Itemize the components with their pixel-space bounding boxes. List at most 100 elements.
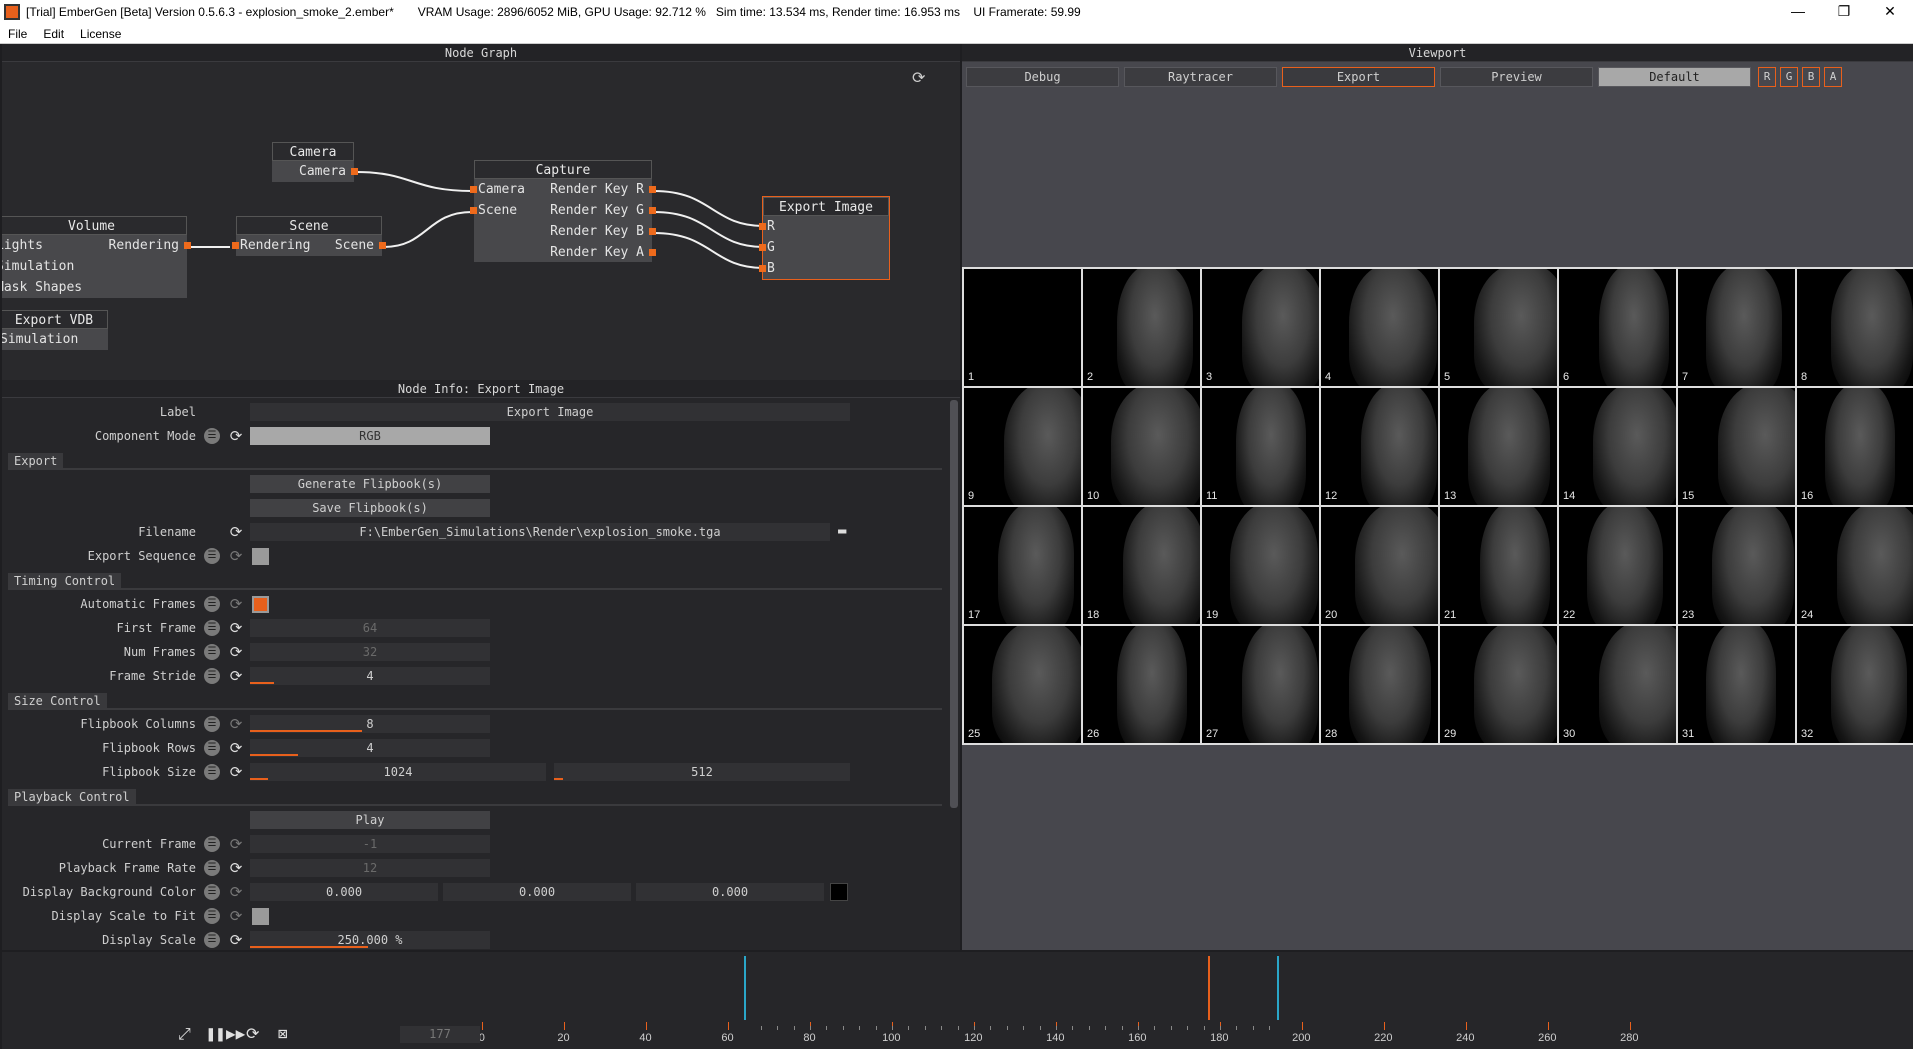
menu-icon[interactable]: ☰	[204, 668, 220, 684]
camera-node[interactable]: Camera Camera	[272, 142, 358, 182]
clear-cache-icon[interactable]: ⊠	[278, 1024, 288, 1043]
reset-icon[interactable]: ⟳	[228, 596, 244, 612]
component-mode-select[interactable]: RGB	[250, 427, 490, 445]
output-port[interactable]	[649, 228, 656, 235]
flipbook-height-slider[interactable]: 512	[554, 763, 850, 781]
input-port[interactable]	[470, 186, 477, 193]
minimize-icon[interactable]: —	[1775, 0, 1821, 24]
bg-color-b-field[interactable]: 0.000	[636, 883, 824, 901]
play-button[interactable]: Play	[250, 811, 490, 829]
flipbook-width-slider[interactable]: 1024	[250, 763, 546, 781]
output-port[interactable]	[649, 207, 656, 214]
loop-icon[interactable]: ⟳	[246, 1024, 259, 1043]
menu-icon[interactable]: ☰	[204, 932, 220, 948]
tab-raytracer[interactable]: Raytracer	[1124, 67, 1277, 87]
menu-icon[interactable]: ☰	[204, 596, 220, 612]
menu-file[interactable]: File	[0, 27, 35, 41]
node-info-scrollbar[interactable]	[950, 400, 958, 808]
reset-icon[interactable]: ⟳	[228, 884, 244, 900]
menu-icon[interactable]: ☰	[204, 428, 220, 444]
tab-debug[interactable]: Debug	[966, 67, 1119, 87]
input-port[interactable]	[232, 242, 239, 249]
output-port[interactable]	[184, 242, 191, 249]
volume-node[interactable]: Volume Lights Rendering Simulation Mask S…	[2, 216, 191, 298]
channel-r-toggle[interactable]: R	[1758, 67, 1776, 87]
reset-icon[interactable]: ⟳	[228, 668, 244, 684]
export-sequence-checkbox[interactable]	[252, 548, 269, 565]
input-port[interactable]	[759, 244, 766, 251]
filename-field[interactable]: F:\EmberGen_Simulations\Render\explosion…	[250, 523, 830, 541]
output-port[interactable]	[649, 249, 656, 256]
playback-frame-rate-field[interactable]: 12	[250, 859, 490, 877]
reset-icon[interactable]: ⟳	[228, 908, 244, 924]
reset-icon[interactable]: ⟳	[228, 524, 244, 540]
reset-icon[interactable]: ⟳	[228, 836, 244, 852]
tab-default[interactable]: Default	[1598, 67, 1751, 87]
timeline-marker[interactable]	[1277, 956, 1280, 1020]
tab-preview[interactable]: Preview	[1440, 67, 1593, 87]
bg-color-swatch[interactable]	[830, 883, 848, 901]
menu-edit[interactable]: Edit	[35, 27, 72, 41]
channel-b-toggle[interactable]: B	[1802, 67, 1820, 87]
node-graph-canvas[interactable]: Camera Camera Volume Lights Rendering Sim…	[2, 62, 960, 380]
folder-icon[interactable]: ▬	[838, 523, 846, 539]
menu-icon[interactable]: ☰	[204, 836, 220, 852]
first-frame-field[interactable]: 64	[250, 619, 490, 637]
reset-icon[interactable]: ⟳	[228, 644, 244, 660]
fast-forward-icon[interactable]: ▶▶	[226, 1024, 245, 1043]
reset-icon[interactable]: ⟳	[228, 716, 244, 732]
automatic-frames-checkbox[interactable]	[252, 596, 269, 613]
flipbook-columns-slider[interactable]: 8	[250, 715, 490, 733]
menu-icon[interactable]: ☰	[204, 644, 220, 660]
restore-icon[interactable]: ❐	[1821, 0, 1867, 24]
menu-icon[interactable]: ☰	[204, 620, 220, 636]
bg-color-r-field[interactable]: 0.000	[250, 883, 438, 901]
menu-icon[interactable]: ☰	[204, 716, 220, 732]
reset-icon[interactable]: ⟳	[228, 860, 244, 876]
bg-color-g-field[interactable]: 0.000	[443, 883, 631, 901]
num-frames-field[interactable]: 32	[250, 643, 490, 661]
display-scale-slider[interactable]: 250.000 %	[250, 931, 490, 949]
label-field[interactable]: Export Image	[250, 403, 850, 421]
menu-icon[interactable]: ☰	[204, 860, 220, 876]
menu-icon[interactable]: ☰	[204, 764, 220, 780]
tab-export[interactable]: Export	[1282, 67, 1435, 87]
generate-flipbooks-button[interactable]: Generate Flipbook(s)	[250, 475, 490, 493]
reset-icon[interactable]: ⟳	[228, 620, 244, 636]
menu-icon[interactable]: ☰	[204, 740, 220, 756]
timeline-marker[interactable]	[744, 956, 747, 1020]
graph-icon[interactable]: ⤢	[178, 1024, 191, 1044]
menu-icon[interactable]: ☰	[204, 884, 220, 900]
reset-icon[interactable]: ⟳	[228, 428, 244, 444]
flipbook-rows-slider[interactable]: 4	[250, 739, 490, 757]
refresh-icon[interactable]: ⟳	[912, 68, 930, 87]
timeline[interactable]: 0 20 40 60 80 100 120 140 160 180 200 220 240 260 280 …	[2, 952, 1913, 1049]
scene-node[interactable]: Scene Rendering Scene	[232, 216, 386, 256]
output-port[interactable]	[379, 242, 386, 249]
viewport-panel[interactable]: Debug Raytracer Export Preview Default R…	[962, 62, 1913, 950]
input-port[interactable]	[759, 265, 766, 272]
menu-icon[interactable]: ☰	[204, 548, 220, 564]
save-flipbooks-button[interactable]: Save Flipbook(s)	[250, 499, 490, 517]
export-image-node[interactable]: Export Image R G B	[759, 196, 890, 280]
pause-icon[interactable]: ❚❚	[206, 1024, 225, 1043]
menu-icon[interactable]: ☰	[204, 908, 220, 924]
channel-a-toggle[interactable]: A	[1824, 67, 1842, 87]
reset-icon[interactable]: ⟳	[228, 740, 244, 756]
close-icon[interactable]: ✕	[1867, 0, 1913, 24]
current-frame-field[interactable]: -1	[250, 835, 490, 853]
menu-license[interactable]: License	[72, 27, 129, 41]
display-scale-fit-checkbox[interactable]	[252, 908, 269, 925]
reset-icon[interactable]: ⟳	[228, 932, 244, 948]
capture-node[interactable]: Capture Camera Render Key R Scene Render K…	[470, 160, 656, 262]
output-port[interactable]	[351, 168, 358, 175]
input-port[interactable]	[470, 207, 477, 214]
reset-icon[interactable]: ⟳	[228, 764, 244, 780]
timeline-marker[interactable]	[1207, 956, 1210, 1020]
frame-stride-slider[interactable]: 4	[250, 667, 490, 685]
current-frame-input[interactable]: 177	[400, 1026, 480, 1043]
input-port[interactable]	[759, 223, 766, 230]
output-port[interactable]	[649, 186, 656, 193]
export-vdb-node[interactable]: Export VDB Simulation	[2, 310, 108, 350]
channel-g-toggle[interactable]: G	[1780, 67, 1798, 87]
